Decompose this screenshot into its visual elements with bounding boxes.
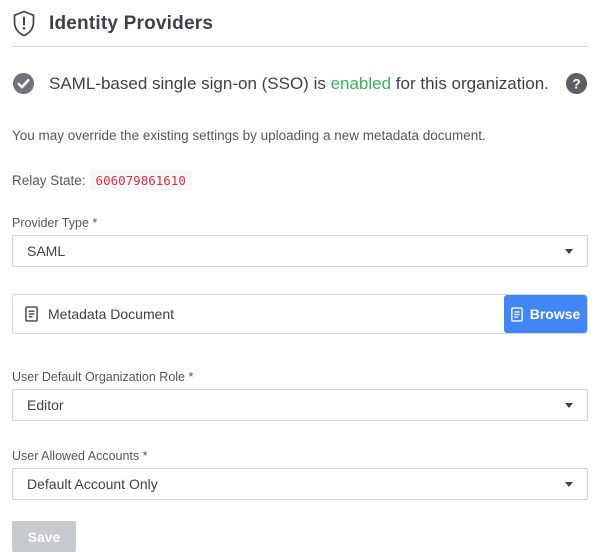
sso-status-text: SAML-based single sign-on (SSO) is enabl… bbox=[49, 74, 549, 94]
allowed-accounts-value: Default Account Only bbox=[27, 476, 158, 492]
provider-type-value: SAML bbox=[27, 243, 65, 259]
page-title: Identity Providers bbox=[49, 13, 213, 35]
save-button[interactable]: Save bbox=[12, 521, 76, 552]
sso-status-row: SAML-based single sign-on (SSO) is enabl… bbox=[12, 72, 588, 95]
check-circle-icon bbox=[12, 72, 35, 95]
page-header: Identity Providers bbox=[12, 0, 588, 47]
relay-state-value: 606079861610 bbox=[90, 170, 192, 191]
status-text-before: SAML-based single sign-on (SSO) is bbox=[49, 74, 331, 93]
relay-state-label: Relay State: bbox=[12, 173, 86, 188]
chevron-down-icon bbox=[565, 403, 573, 408]
browse-button[interactable]: Browse bbox=[504, 295, 587, 333]
status-text-after: for this organization. bbox=[391, 74, 549, 93]
browse-button-label: Browse bbox=[530, 306, 581, 322]
allowed-accounts-select[interactable]: Default Account Only bbox=[12, 468, 588, 500]
relay-state-row: Relay State: 606079861610 bbox=[12, 173, 588, 188]
document-icon bbox=[25, 306, 38, 322]
identity-providers-page: Identity Providers SAML-based single sig… bbox=[0, 0, 600, 552]
status-enabled-badge: enabled bbox=[331, 74, 392, 93]
chevron-down-icon bbox=[565, 482, 573, 487]
allowed-accounts-field: User Allowed Accounts * Default Account … bbox=[12, 449, 588, 500]
question-circle-icon[interactable]: ? bbox=[565, 72, 588, 95]
metadata-document-upload[interactable]: Metadata Document Browse bbox=[12, 294, 588, 334]
svg-text:?: ? bbox=[572, 75, 580, 91]
default-role-field: User Default Organization Role * Editor bbox=[12, 370, 588, 421]
metadata-document-label: Metadata Document bbox=[48, 306, 174, 322]
override-description: You may override the existing settings b… bbox=[12, 128, 588, 143]
document-icon bbox=[511, 307, 523, 322]
provider-type-field: Provider Type * SAML bbox=[12, 216, 588, 267]
chevron-down-icon bbox=[565, 249, 573, 254]
provider-type-label: Provider Type * bbox=[12, 216, 588, 230]
default-role-select[interactable]: Editor bbox=[12, 389, 588, 421]
default-role-label: User Default Organization Role * bbox=[12, 370, 588, 384]
allowed-accounts-label: User Allowed Accounts * bbox=[12, 449, 588, 463]
default-role-value: Editor bbox=[27, 397, 64, 413]
shield-exclamation-icon bbox=[12, 10, 36, 37]
provider-type-select[interactable]: SAML bbox=[12, 235, 588, 267]
